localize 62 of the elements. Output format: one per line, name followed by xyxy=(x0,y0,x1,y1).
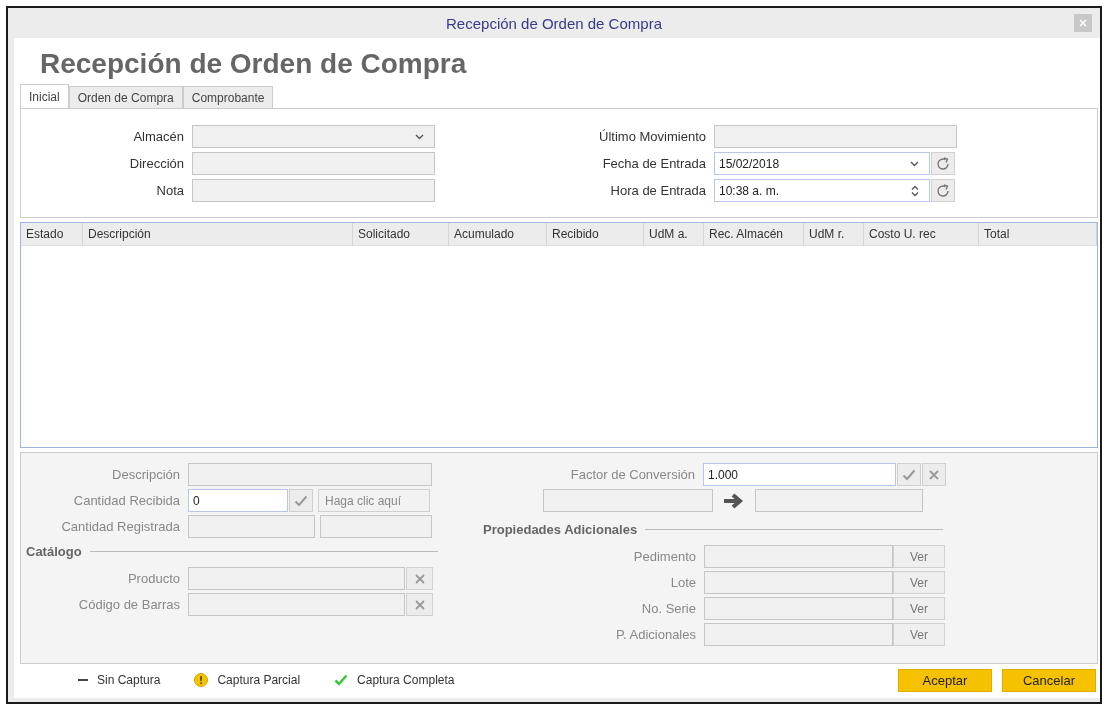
column-header[interactable]: Descripción xyxy=(83,223,353,245)
window-title: Recepción de Orden de Compra xyxy=(446,14,662,32)
close-button[interactable] xyxy=(1074,14,1092,32)
tab[interactable]: Orden de Compra xyxy=(68,86,183,108)
refresh-button[interactable] xyxy=(931,152,955,175)
legend-label: Captura Parcial xyxy=(217,673,301,687)
column-header[interactable]: Costo U. rec xyxy=(864,223,979,245)
check-icon xyxy=(294,494,308,507)
field-label: Almacén xyxy=(132,129,185,144)
text-field[interactable] xyxy=(192,152,435,175)
field-label: Código de Barras xyxy=(77,597,181,612)
cancel-button[interactable]: Cancelar xyxy=(1002,668,1096,692)
column-header[interactable]: UdM r. xyxy=(804,223,864,245)
spinner-icon xyxy=(911,184,919,197)
tab[interactable]: Inicial xyxy=(20,84,69,108)
section-title: Catálogo xyxy=(26,543,83,559)
legend-label: Sin Captura xyxy=(97,673,161,687)
field-label: Factor de Conversión xyxy=(569,467,696,482)
section-title: Propiedades Adicionales xyxy=(483,521,639,537)
field-label: Fecha de Entrada xyxy=(601,156,707,171)
field-label: Producto xyxy=(126,571,181,586)
column-header[interactable]: Solicitado xyxy=(353,223,449,245)
field-label: Cantidad Recibida xyxy=(72,493,181,508)
dash-icon xyxy=(78,678,88,682)
column-header[interactable]: Rec. Almacén xyxy=(704,223,804,245)
chevron-down-icon xyxy=(415,133,424,140)
column-header[interactable]: Recibido xyxy=(547,223,644,245)
time-field[interactable]: 10:38 a. m. xyxy=(714,179,930,202)
warning-icon xyxy=(194,673,209,687)
field-label: P. Adicionales xyxy=(615,627,697,642)
close-icon xyxy=(1079,19,1087,27)
text-field[interactable] xyxy=(192,179,435,202)
field-label: Cantidad Registrada xyxy=(60,519,181,534)
legend-label: Captura Completa xyxy=(357,673,455,687)
arrow-right-icon xyxy=(723,491,745,510)
check-icon xyxy=(334,674,349,686)
column-header[interactable]: Total xyxy=(979,223,1097,245)
field-label: Pedimento xyxy=(632,549,697,564)
refresh-button[interactable] xyxy=(931,179,955,202)
field-label: No. Serie xyxy=(640,601,697,616)
page-heading: Recepción de Orden de Compra xyxy=(39,47,468,81)
refresh-icon xyxy=(935,182,951,199)
dropdown-field[interactable] xyxy=(192,125,435,148)
accept-button[interactable]: Aceptar xyxy=(898,668,992,692)
tab[interactable]: Comprobante xyxy=(182,86,274,108)
column-header[interactable]: UdM a. xyxy=(644,223,704,245)
refresh-icon xyxy=(935,155,951,172)
field-label: Descripción xyxy=(111,467,181,482)
clear-icon xyxy=(929,469,939,480)
column-header[interactable]: Estado xyxy=(21,223,83,245)
field-label: Dirección xyxy=(128,156,185,171)
field-label: Último Movimiento xyxy=(598,129,707,144)
date-field[interactable]: 15/02/2018 xyxy=(714,152,930,175)
field-label: Hora de Entrada xyxy=(609,183,707,198)
text-field[interactable] xyxy=(714,125,957,148)
clear-icon xyxy=(414,599,425,610)
clear-icon xyxy=(414,573,425,584)
check-icon xyxy=(902,468,916,481)
chevron-down-icon xyxy=(910,160,919,167)
field-label: Nota xyxy=(155,183,185,198)
field-label: Lote xyxy=(669,575,697,590)
column-header[interactable]: Acumulado xyxy=(449,223,547,245)
